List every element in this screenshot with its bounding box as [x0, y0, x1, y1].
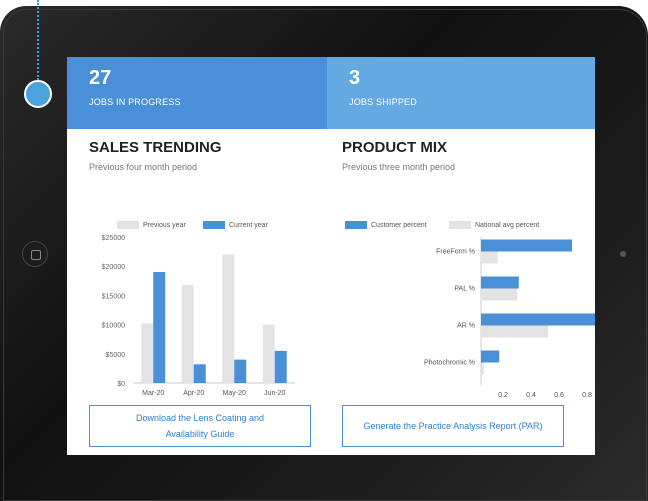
bar-national-avg-percent [481, 325, 549, 338]
bar-customer-percent [481, 239, 572, 252]
home-button[interactable] [22, 241, 48, 267]
x-tick-label: May-20 [223, 390, 246, 397]
y-tick-label: Photochromic % [424, 360, 475, 367]
y-tick-label: $0 [117, 381, 125, 388]
x-tick-label: 0.2 [498, 392, 508, 399]
bar-previous-year [222, 254, 235, 383]
download-guide-label: Download the Lens Coating and Availabili… [135, 413, 265, 439]
bar-previous-year [181, 284, 194, 383]
bar-current-year [153, 272, 166, 383]
generate-par-label: Generate the Practice Analysis Report (P… [363, 421, 543, 431]
x-tick-label: Jun-20 [264, 390, 286, 397]
bar-current-year [193, 364, 206, 383]
x-tick-label: 0.4 [526, 392, 536, 399]
bar-current-year [234, 359, 247, 383]
bar-national-avg-percent [481, 362, 484, 375]
y-tick-label: $10000 [102, 323, 125, 330]
bar-previous-year [262, 324, 275, 383]
bar-customer-percent [481, 350, 500, 363]
bar-national-avg-percent [481, 288, 518, 301]
y-tick-label: FreeForm % [436, 249, 475, 256]
bar-national-avg-percent [481, 251, 498, 264]
x-tick-label: Apr-20 [183, 390, 204, 397]
y-tick-label: $5000 [106, 352, 126, 359]
y-tick-label: AR % [457, 323, 475, 330]
x-tick-label: 0.6 [554, 392, 564, 399]
x-tick-label: 0.8 [582, 392, 592, 399]
bar-customer-percent [481, 313, 595, 326]
camera-icon [620, 251, 626, 257]
y-tick-label: $20000 [102, 264, 125, 271]
hotspot-marker[interactable] [24, 80, 52, 108]
bar-customer-percent [481, 276, 519, 289]
y-tick-label: $15000 [102, 293, 125, 300]
dashboard-screen: 27 JOBS IN PROGRESS 3 JOBS SHIPPED SALES… [67, 57, 595, 455]
generate-par-button[interactable]: Generate the Practice Analysis Report (P… [342, 405, 564, 447]
hotspot-connector [37, 0, 39, 80]
download-guide-button[interactable]: Download the Lens Coating and Availabili… [89, 405, 311, 447]
x-tick-label: Mar-20 [142, 390, 164, 397]
y-tick-label: PAL % [454, 286, 475, 293]
product-mix-chart: FreeForm % PAL % AR % Photochromic % 0.2 0.4 0… [424, 237, 595, 399]
bar-previous-year [141, 323, 154, 383]
sales-bar-chart: $0 $5000 $10000 $15000 $20000 $25000 Mar-20 Apr… [102, 235, 295, 397]
y-tick-label: $25000 [102, 235, 125, 242]
bar-current-year [274, 350, 287, 383]
